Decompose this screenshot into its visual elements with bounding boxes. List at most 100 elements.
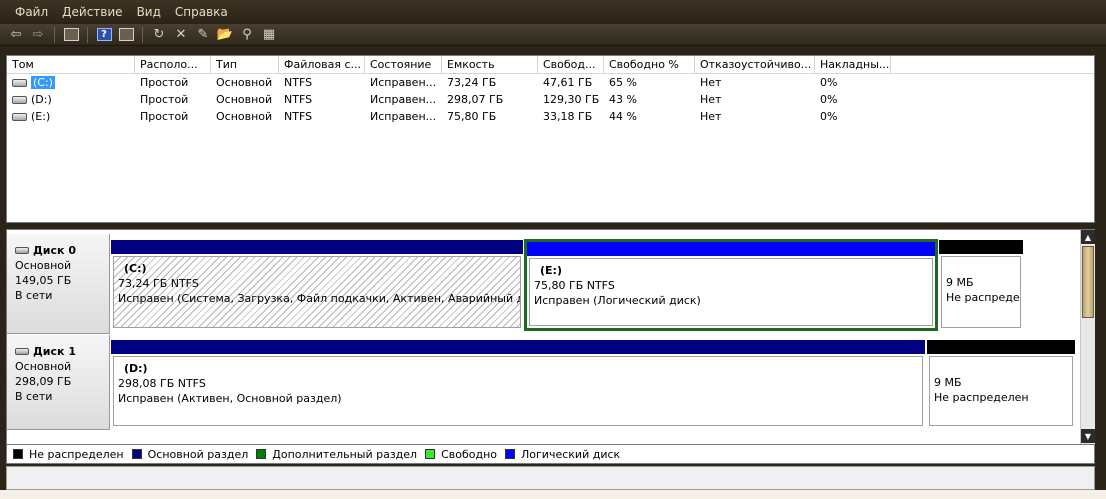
- table-row[interactable]: (D:) Простой Основной NTFS Исправен... 2…: [7, 91, 1094, 108]
- legend-item-logical: Логический диск: [505, 448, 620, 461]
- disk-title: Диск 1: [15, 344, 109, 359]
- legend-item-free: Свободно: [425, 448, 497, 461]
- partition-size: 9 МБ: [934, 376, 962, 389]
- disk-title: Диск 0: [15, 243, 109, 258]
- partition-c[interactable]: (C:) 73,24 ГБ NTFS Исправен (Система, За…: [111, 240, 523, 330]
- status-bar: [6, 466, 1095, 490]
- legend: Не распределен Основной раздел Дополните…: [6, 444, 1095, 464]
- volume-name: (C:): [31, 76, 55, 89]
- open-icon[interactable]: ✎: [193, 26, 213, 44]
- back-icon[interactable]: ⇦: [6, 26, 26, 44]
- menu-file[interactable]: Файл: [8, 5, 55, 19]
- toolbar: ⇦ ⇨ ? ↻ ✕ ✎ 📂 ⚲ ▦: [0, 24, 1106, 46]
- menu-view[interactable]: Вид: [130, 5, 168, 19]
- legend-label: Не распределен: [29, 447, 124, 461]
- fault-tolerance-cell: Нет: [700, 110, 722, 123]
- legend-label: Основной раздел: [147, 447, 249, 461]
- table-row[interactable]: (E:) Простой Основной NTFS Исправен... 7…: [7, 108, 1094, 125]
- capacity-cell: 75,80 ГБ: [447, 110, 497, 123]
- disk-state: В сети: [15, 390, 53, 403]
- legend-label: Логический диск: [521, 447, 621, 461]
- disk-management-window: Файл Действие Вид Справка ⇦ ⇨ ? ↻ ✕ ✎ 📂 …: [0, 0, 1106, 499]
- volume-cell: (E:): [7, 110, 135, 123]
- scroll-up-icon[interactable]: ▲: [1081, 230, 1095, 244]
- partition-unallocated[interactable]: 9 МБ Не распределен: [927, 340, 1075, 428]
- column-header-type[interactable]: Тип: [211, 56, 279, 74]
- disk-label[interactable]: Диск 0 Основной 149,05 ГБ В сети: [7, 234, 110, 334]
- partition-body: 9 МБ Не распреде: [941, 256, 1021, 328]
- explore-icon[interactable]: 📂: [215, 26, 235, 44]
- scroll-down-icon[interactable]: ▼: [1081, 429, 1095, 443]
- disk-graphical-view: Диск 0 Основной 149,05 ГБ В сети (C:) 73…: [6, 229, 1095, 445]
- partition-body: 9 МБ Не распределен: [929, 356, 1073, 426]
- list-header: Том Располо... Тип Файловая с... Состоян…: [7, 56, 1094, 74]
- drive-icon: [12, 112, 27, 121]
- column-header-free[interactable]: Свобод...: [538, 56, 604, 74]
- column-header-free-percent[interactable]: Свободно %: [604, 56, 695, 74]
- overhead-cell: 0%: [820, 93, 838, 106]
- free-cell: 129,30 ГБ: [543, 93, 600, 106]
- partition-d[interactable]: (D:) 298,08 ГБ NTFS Исправен (Активен, О…: [111, 340, 925, 428]
- filesystem-cell: NTFS: [284, 110, 313, 123]
- legend-swatch: [505, 449, 516, 459]
- legend-item-primary: Основной раздел: [131, 447, 249, 461]
- legend-swatch: [13, 449, 23, 459]
- menu-bar: Файл Действие Вид Справка: [0, 0, 1106, 24]
- legend-swatch: [131, 449, 142, 459]
- drive-icon: [12, 95, 27, 104]
- refresh-icon[interactable]: ↻: [149, 26, 169, 44]
- toolbar-separator: [87, 26, 88, 43]
- capacity-cell: 73,24 ГБ: [447, 76, 497, 89]
- disk-label[interactable]: Диск 1 Основной 298,09 ГБ В сети: [7, 335, 110, 430]
- partition-name: (E:): [540, 264, 562, 277]
- volume-list: Том Располо... Тип Файловая с... Состоян…: [6, 55, 1095, 223]
- partition-size: 298,08 ГБ NTFS: [118, 377, 206, 390]
- delete-icon[interactable]: ✕: [171, 26, 191, 44]
- vertical-scrollbar[interactable]: ▲ ▼: [1080, 230, 1095, 444]
- scrollbar-thumb[interactable]: [1082, 246, 1094, 318]
- partition-body: (D:) 298,08 ГБ NTFS Исправен (Активен, О…: [113, 356, 923, 426]
- column-header-layout[interactable]: Располо...: [135, 56, 211, 74]
- partition-name: (D:): [124, 362, 148, 375]
- partition-body: (C:) 73,24 ГБ NTFS Исправен (Система, За…: [113, 256, 521, 328]
- settings-icon[interactable]: ▦: [259, 26, 279, 44]
- disk-icon: [15, 247, 29, 254]
- unallocated-bar: [927, 340, 1075, 354]
- capacity-cell: 298,07 ГБ: [447, 93, 504, 106]
- overhead-cell: 0%: [820, 76, 838, 89]
- partition-size: 73,24 ГБ NTFS: [118, 277, 199, 290]
- status-cell: Исправен...: [370, 93, 437, 106]
- disk-state: В сети: [15, 289, 53, 302]
- column-header-volume[interactable]: Том: [7, 56, 135, 74]
- free-percent-cell: 65 %: [609, 76, 637, 89]
- column-header-filesystem[interactable]: Файловая с...: [279, 56, 365, 74]
- help-icon[interactable]: ?: [94, 26, 114, 44]
- disk-row-1[interactable]: Диск 1 Основной 298,09 ГБ В сети (D:) 29…: [7, 335, 1079, 430]
- disk-row-0[interactable]: Диск 0 Основной 149,05 ГБ В сети (C:) 73…: [7, 234, 1079, 334]
- column-header-fault-tolerance[interactable]: Отказоустойчиво...: [695, 56, 815, 74]
- console-tree-icon[interactable]: [61, 26, 81, 44]
- partition-e[interactable]: (E:) 75,80 ГБ NTFS Исправен (Логический …: [524, 239, 938, 331]
- column-header-status[interactable]: Состояние: [365, 56, 442, 74]
- volume-name: (E:): [31, 110, 51, 123]
- drive-icon: [12, 78, 27, 87]
- menu-help[interactable]: Справка: [168, 5, 235, 19]
- forward-icon[interactable]: ⇨: [28, 26, 48, 44]
- partition-unallocated[interactable]: 9 МБ Не распреде: [939, 240, 1023, 330]
- column-header-overhead[interactable]: Накладны...: [815, 56, 891, 74]
- search-icon[interactable]: ⚲: [237, 26, 257, 44]
- properties-icon[interactable]: [116, 26, 136, 44]
- disk-name: Диск 0: [33, 244, 76, 257]
- menu-action[interactable]: Действие: [55, 5, 129, 19]
- table-row[interactable]: (C:) Простой Основной NTFS Исправен... 7…: [7, 74, 1094, 91]
- primary-partition-bar: [111, 240, 523, 254]
- partition-status: Не распреде: [946, 291, 1020, 304]
- column-header-capacity[interactable]: Емкость: [442, 56, 538, 74]
- status-cell: Исправен...: [370, 76, 437, 89]
- legend-item-extended: Дополнительный раздел: [256, 448, 417, 461]
- primary-partition-bar: [111, 340, 925, 354]
- partition-size: 75,80 ГБ NTFS: [534, 279, 615, 292]
- partition-status: Не распределен: [934, 391, 1029, 404]
- filesystem-cell: NTFS: [284, 76, 313, 89]
- bottom-strip: [0, 490, 1106, 499]
